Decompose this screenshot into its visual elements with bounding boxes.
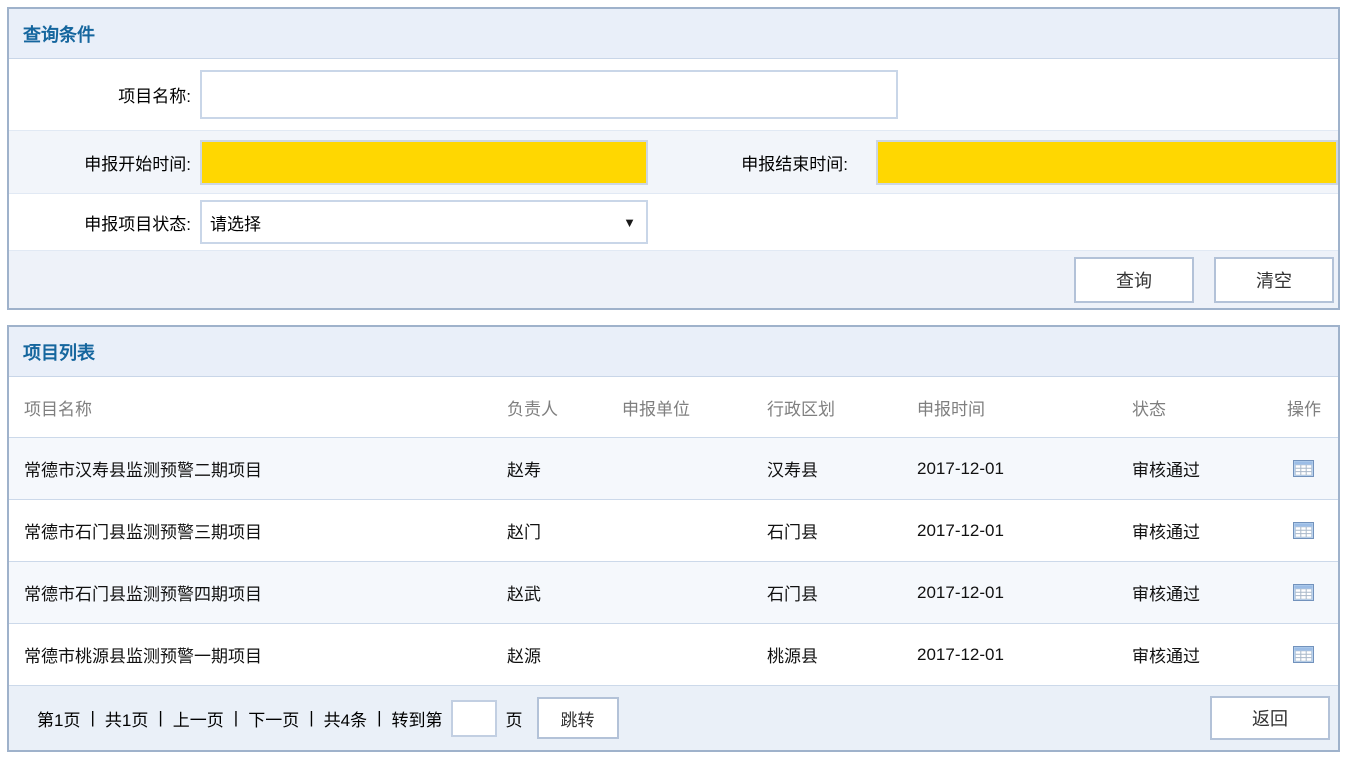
end-time-input[interactable] [876, 140, 1338, 185]
project-status-select[interactable]: 请选择 ▼ [200, 200, 648, 244]
page: 查询条件 项目名称: 申报开始时间: 申报结束时间: 申报项目状态: 请选择 ▼… [0, 0, 1347, 759]
cell-project-name: 常德市桃源县监测预警一期项目 [24, 642, 507, 667]
project-status-selected-value: 请选择 [210, 210, 261, 235]
cell-status: 审核通过 [1132, 642, 1287, 667]
next-page-link[interactable]: 下一页 [248, 706, 299, 731]
pagination-bar: 第1页 | 共1页 | 上一页 | 下一页 | 共4条 | 转到第 页 跳转 返… [9, 686, 1338, 750]
table-row: 常德市石门县监测预警三期项目 赵门 石门县 2017-12-01 审核通过 [9, 500, 1338, 562]
goto-page-prefix: 转到第 [392, 706, 443, 731]
goto-page-input[interactable] [451, 700, 497, 737]
project-name-row: 项目名称: [9, 59, 1338, 130]
back-button[interactable]: 返回 [1210, 696, 1330, 740]
chevron-down-icon: ▼ [623, 215, 636, 230]
column-header-unit: 申报单位 [622, 395, 767, 420]
cell-action [1287, 584, 1338, 601]
cell-action [1287, 646, 1338, 663]
project-status-row: 申报项目状态: 请选择 ▼ [9, 194, 1338, 250]
view-detail-table-icon[interactable] [1293, 584, 1314, 601]
table-row: 常德市石门县监测预警四期项目 赵武 石门县 2017-12-01 审核通过 [9, 562, 1338, 624]
column-header-date: 申报时间 [917, 395, 1132, 420]
cell-date: 2017-12-01 [917, 583, 1132, 603]
column-header-status: 状态 [1132, 395, 1287, 420]
cell-region: 桃源县 [767, 642, 917, 667]
view-detail-table-icon[interactable] [1293, 522, 1314, 539]
query-panel-header: 查询条件 [9, 9, 1338, 59]
cell-date: 2017-12-01 [917, 645, 1132, 665]
start-time-input[interactable] [200, 140, 648, 185]
cell-leader: 赵武 [507, 580, 622, 605]
cell-action [1287, 522, 1338, 539]
cell-leader: 赵源 [507, 642, 622, 667]
project-name-label: 项目名称: [9, 82, 191, 107]
cell-region: 汉寿县 [767, 456, 917, 481]
query-panel-title: 查询条件 [23, 21, 95, 47]
goto-page-suffix: 页 [506, 706, 523, 731]
column-header-action: 操作 [1287, 395, 1338, 420]
separator: | [90, 708, 94, 728]
cell-project-name: 常德市汉寿县监测预警二期项目 [24, 456, 507, 481]
cell-status: 审核通过 [1132, 518, 1287, 543]
clear-button[interactable]: 清空 [1214, 257, 1334, 303]
separator: | [158, 708, 162, 728]
project-status-label: 申报项目状态: [9, 210, 191, 235]
table-column-header-row: 项目名称 负责人 申报单位 行政区划 申报时间 状态 操作 [9, 377, 1338, 438]
project-list-header: 项目列表 [9, 327, 1338, 377]
cell-status: 审核通过 [1132, 580, 1287, 605]
cell-action [1287, 460, 1338, 477]
cell-region: 石门县 [767, 580, 917, 605]
end-time-label: 申报结束时间: [648, 150, 848, 175]
column-header-region: 行政区划 [767, 395, 917, 420]
project-name-input[interactable] [200, 70, 898, 119]
separator: | [377, 708, 381, 728]
search-button[interactable]: 查询 [1074, 257, 1194, 303]
cell-date: 2017-12-01 [917, 459, 1132, 479]
column-header-project-name: 项目名称 [24, 395, 507, 420]
query-panel: 查询条件 项目名称: 申报开始时间: 申报结束时间: 申报项目状态: 请选择 ▼… [7, 7, 1340, 310]
view-detail-table-icon[interactable] [1293, 646, 1314, 663]
table-row: 常德市汉寿县监测预警二期项目 赵寿 汉寿县 2017-12-01 审核通过 [9, 438, 1338, 500]
table-body: 常德市汉寿县监测预警二期项目 赵寿 汉寿县 2017-12-01 审核通过 [9, 438, 1338, 686]
cell-project-name: 常德市石门县监测预警三期项目 [24, 518, 507, 543]
cell-leader: 赵寿 [507, 456, 622, 481]
cell-project-name: 常德市石门县监测预警四期项目 [24, 580, 507, 605]
total-items-text: 共4条 [324, 706, 367, 731]
table-row: 常德市桃源县监测预警一期项目 赵源 桃源县 2017-12-01 审核通过 [9, 624, 1338, 686]
view-detail-table-icon[interactable] [1293, 460, 1314, 477]
separator: | [234, 708, 238, 728]
separator: | [309, 708, 313, 728]
jump-button[interactable]: 跳转 [537, 697, 619, 739]
total-pages-text: 共1页 [105, 706, 148, 731]
start-time-label: 申报开始时间: [9, 150, 191, 175]
project-list-panel: 项目列表 项目名称 负责人 申报单位 行政区划 申报时间 状态 操作 常德市汉寿… [7, 325, 1340, 752]
current-page-text: 第1页 [37, 706, 80, 731]
report-time-row: 申报开始时间: 申报结束时间: [9, 130, 1338, 194]
project-list-title: 项目列表 [23, 339, 95, 365]
cell-date: 2017-12-01 [917, 521, 1132, 541]
cell-region: 石门县 [767, 518, 917, 543]
column-header-leader: 负责人 [507, 395, 622, 420]
cell-leader: 赵门 [507, 518, 622, 543]
query-actions-row: 查询 清空 [9, 250, 1338, 308]
prev-page-link[interactable]: 上一页 [173, 706, 224, 731]
cell-status: 审核通过 [1132, 456, 1287, 481]
